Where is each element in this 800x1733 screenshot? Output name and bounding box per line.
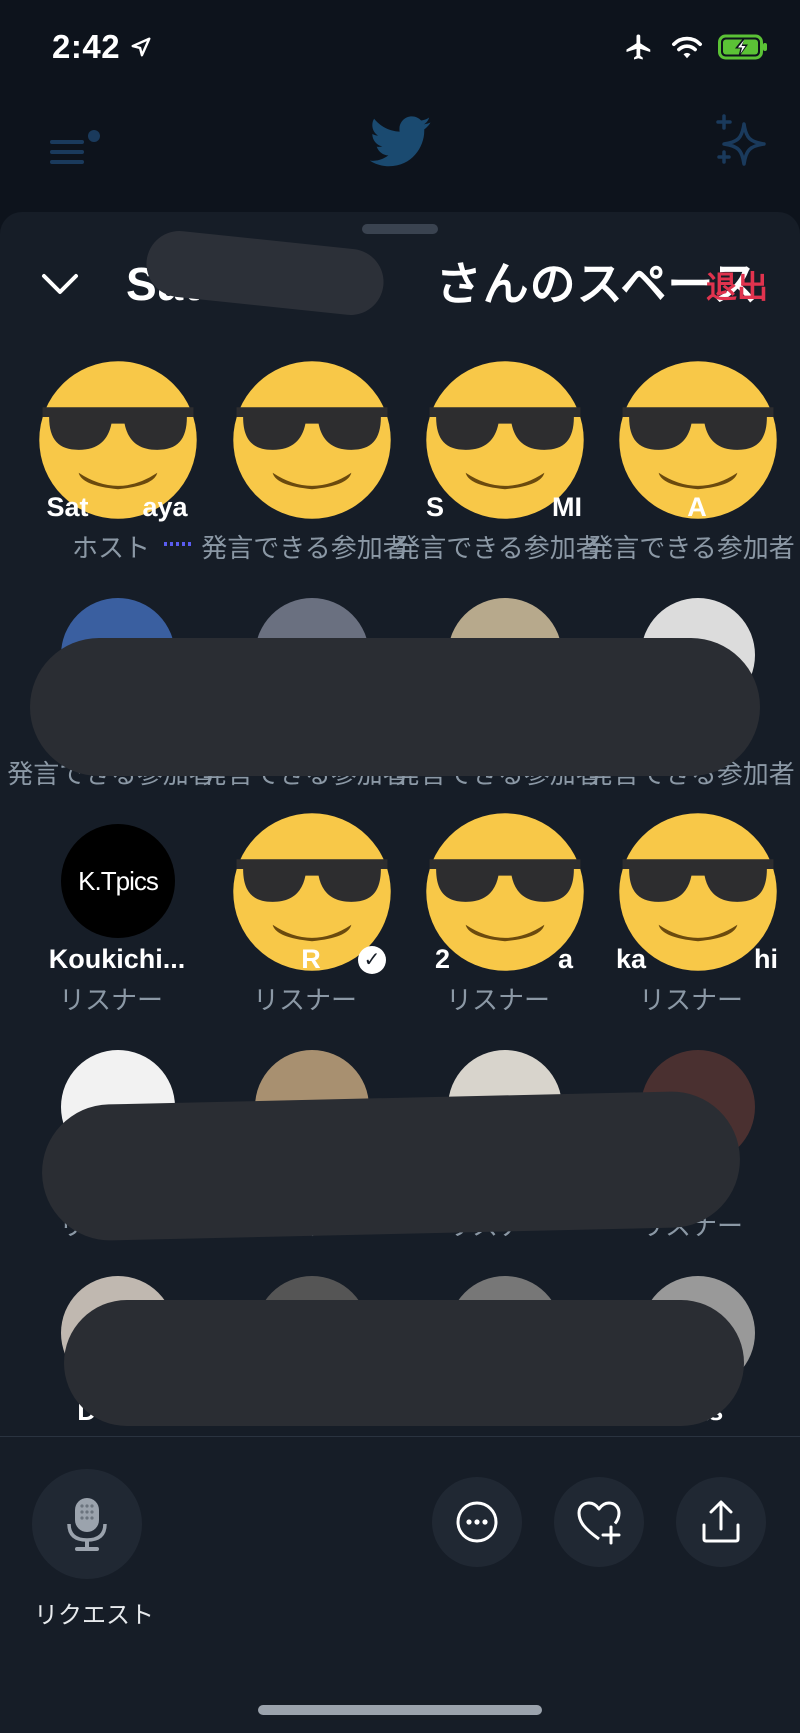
participant-role: リスナー (252, 985, 357, 1015)
status-time: 2:42 (52, 28, 121, 65)
microphone-icon (67, 1498, 107, 1551)
speaking-indicator-icon (164, 542, 192, 546)
chevron-down-icon[interactable] (38, 262, 82, 306)
battery-charging-icon (718, 34, 767, 60)
airplane-icon (626, 34, 651, 60)
verified-badge-icon: ✓ (358, 946, 386, 974)
participant-cell[interactable]: ka hi リスナー (594, 813, 788, 1024)
redaction-bar (64, 1300, 744, 1426)
participant-cell[interactable]: S MI 発言できる参加者 (394, 361, 602, 572)
share-icon (702, 1500, 740, 1543)
participant-role: リスナー (58, 985, 163, 1015)
participant-role: ホスト (71, 533, 150, 563)
participant-name: Koukichi... (48, 944, 186, 974)
microphone-request-button[interactable] (32, 1469, 142, 1579)
status-bar: 2:42 (0, 0, 800, 100)
participant-role: リスナー (445, 985, 550, 1015)
participant-name: 2 a (434, 944, 574, 974)
more-dots-icon (456, 1501, 498, 1543)
participant-cell[interactable]: R ✓ リスナー (208, 813, 402, 1024)
participant-name: ka hi (615, 944, 779, 974)
top-navigation (0, 100, 800, 212)
participant-cell[interactable]: 2 a リスナー (401, 813, 595, 1024)
sheet-grabber[interactable] (362, 224, 438, 234)
redaction-bar (30, 638, 760, 776)
share-button[interactable] (676, 1477, 766, 1567)
twitter-bird-icon (370, 116, 431, 167)
participant-name: S MI (425, 492, 582, 522)
participant-cell[interactable]: Sat aya ホスト (14, 361, 208, 572)
home-indicator (258, 1705, 542, 1715)
react-button[interactable] (554, 1477, 644, 1567)
avatar: K.Tpics (61, 824, 175, 938)
participant-role: 発言できる参加者 (394, 533, 602, 563)
avatar-logo-text: K.Tpics (78, 865, 159, 896)
participant-role: 発言できる参加者 (201, 533, 409, 563)
participant-cell[interactable]: A 発言できる参加者 (587, 361, 795, 572)
wifi-icon (672, 36, 702, 59)
status-icons (622, 32, 768, 62)
participant-cell[interactable]: K.Tpics Koukichi... リスナー (14, 824, 208, 1024)
bottom-action-bar: リクエスト (0, 1436, 800, 1733)
sparkle-icon[interactable] (712, 114, 772, 174)
participant-cell[interactable]: 発言できる参加者 (201, 361, 409, 572)
more-options-button[interactable] (432, 1477, 522, 1567)
heart-plus-icon (577, 1501, 621, 1545)
exit-button[interactable]: 退出 (706, 262, 768, 307)
sunglasses-emoji-icon (233, 361, 391, 519)
location-arrow-icon (131, 37, 151, 57)
participant-name: Sat aya (46, 492, 188, 522)
participant-role: リスナー (638, 985, 743, 1015)
request-label: リクエスト (34, 1602, 154, 1629)
participant-role: 発言できる参加者 (587, 533, 795, 563)
redaction-bar (40, 1090, 742, 1242)
menu-icon[interactable] (48, 122, 104, 178)
participant-name: A (687, 492, 707, 522)
